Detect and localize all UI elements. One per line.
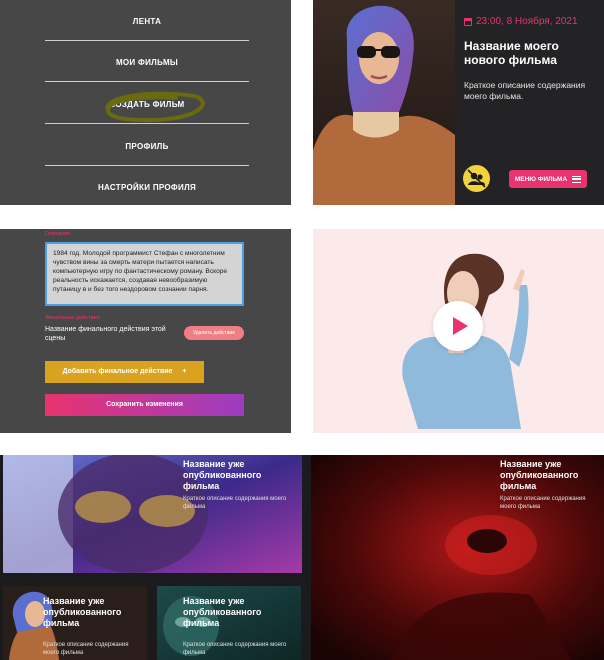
published-film-tile[interactable]: Название уже опубликованного фильма Крат… [311, 455, 604, 660]
film-tile-title: Название уже опубликованного фильма [183, 459, 262, 491]
film-tile-description: Краткое описание содержания моего фильма [43, 642, 129, 656]
calendar-icon [464, 17, 472, 26]
video-preview [313, 229, 604, 433]
menu-item-profile[interactable]: ПРОФИЛЬ [45, 128, 249, 166]
menu-item-my-films[interactable]: МОИ ФИЛЬМЫ [45, 44, 249, 82]
group-icon[interactable] [463, 165, 490, 192]
play-icon[interactable] [433, 301, 483, 351]
published-films-grid: Название уже опубликованного фильма Крат… [0, 455, 604, 660]
film-menu-label: МЕНЮ ФИЛЬМА [514, 175, 568, 183]
film-menu-button[interactable]: МЕНЮ ФИЛЬМА [509, 170, 587, 188]
delete-action-button[interactable]: Удалить действие [184, 326, 244, 340]
description-textarea[interactable]: 1984 год. Молодой программист Стефан с м… [45, 242, 244, 306]
film-cover-image [313, 0, 455, 205]
published-film-tile[interactable]: Название уже опубликованного фильма Крат… [157, 586, 301, 660]
save-changes-button[interactable]: Сохранить изменения [45, 394, 244, 416]
published-film-tile[interactable]: Название уже опубликованного фильма Крат… [3, 455, 302, 573]
film-title: Название моего нового фильма [464, 39, 559, 67]
film-tile-description: Краткое описание содержания моего фильма [183, 496, 287, 510]
add-final-action-label: Добавить финальное действие [62, 368, 173, 375]
film-tile-description: Краткое описание содержания моего фильма [183, 642, 287, 656]
menu-item-feed[interactable]: ЛЕНТА [45, 3, 249, 41]
hamburger-icon [572, 175, 582, 183]
menu-item-create-film[interactable]: СОЗДАТЬ ФИЛЬМ [45, 86, 249, 124]
film-description: Краткое описание содержания моего фильма… [464, 80, 586, 101]
published-film-tile[interactable]: Название уже опубликованного фильма Крат… [3, 586, 147, 660]
film-info: 23:00, 8 Ноября, 2021 Название моего нов… [455, 0, 604, 205]
final-actions-label: Финальные действия [45, 315, 100, 321]
plus-icon: + [182, 368, 187, 375]
film-card: 23:00, 8 Ноября, 2021 Название моего нов… [313, 0, 604, 205]
film-edit-form: Описание 1984 год. Молодой программист С… [0, 229, 291, 433]
navigation-menu: ЛЕНТА МОИ ФИЛЬМЫ СОЗДАТЬ ФИЛЬМ ПРОФИЛЬ Н… [0, 0, 291, 205]
description-label: Описание [45, 231, 71, 237]
add-final-action-button[interactable]: Добавить финальное действие + [45, 361, 204, 383]
film-date: 23:00, 8 Ноября, 2021 [464, 16, 578, 27]
menu-item-profile-settings[interactable]: НАСТРОЙКИ ПРОФИЛЯ [45, 169, 249, 205]
final-action-name: Название финального действия этой сцены [45, 326, 166, 342]
film-tile-title: Название уже опубликованного фильма [183, 596, 262, 628]
film-tile-description: Краткое описание содержания моего фильма [500, 496, 586, 510]
film-date-text: 23:00, 8 Ноября, 2021 [476, 16, 578, 27]
film-tile-title: Название уже опубликованного фильма [43, 596, 122, 628]
film-tile-title: Название уже опубликованного фильма [500, 459, 579, 491]
